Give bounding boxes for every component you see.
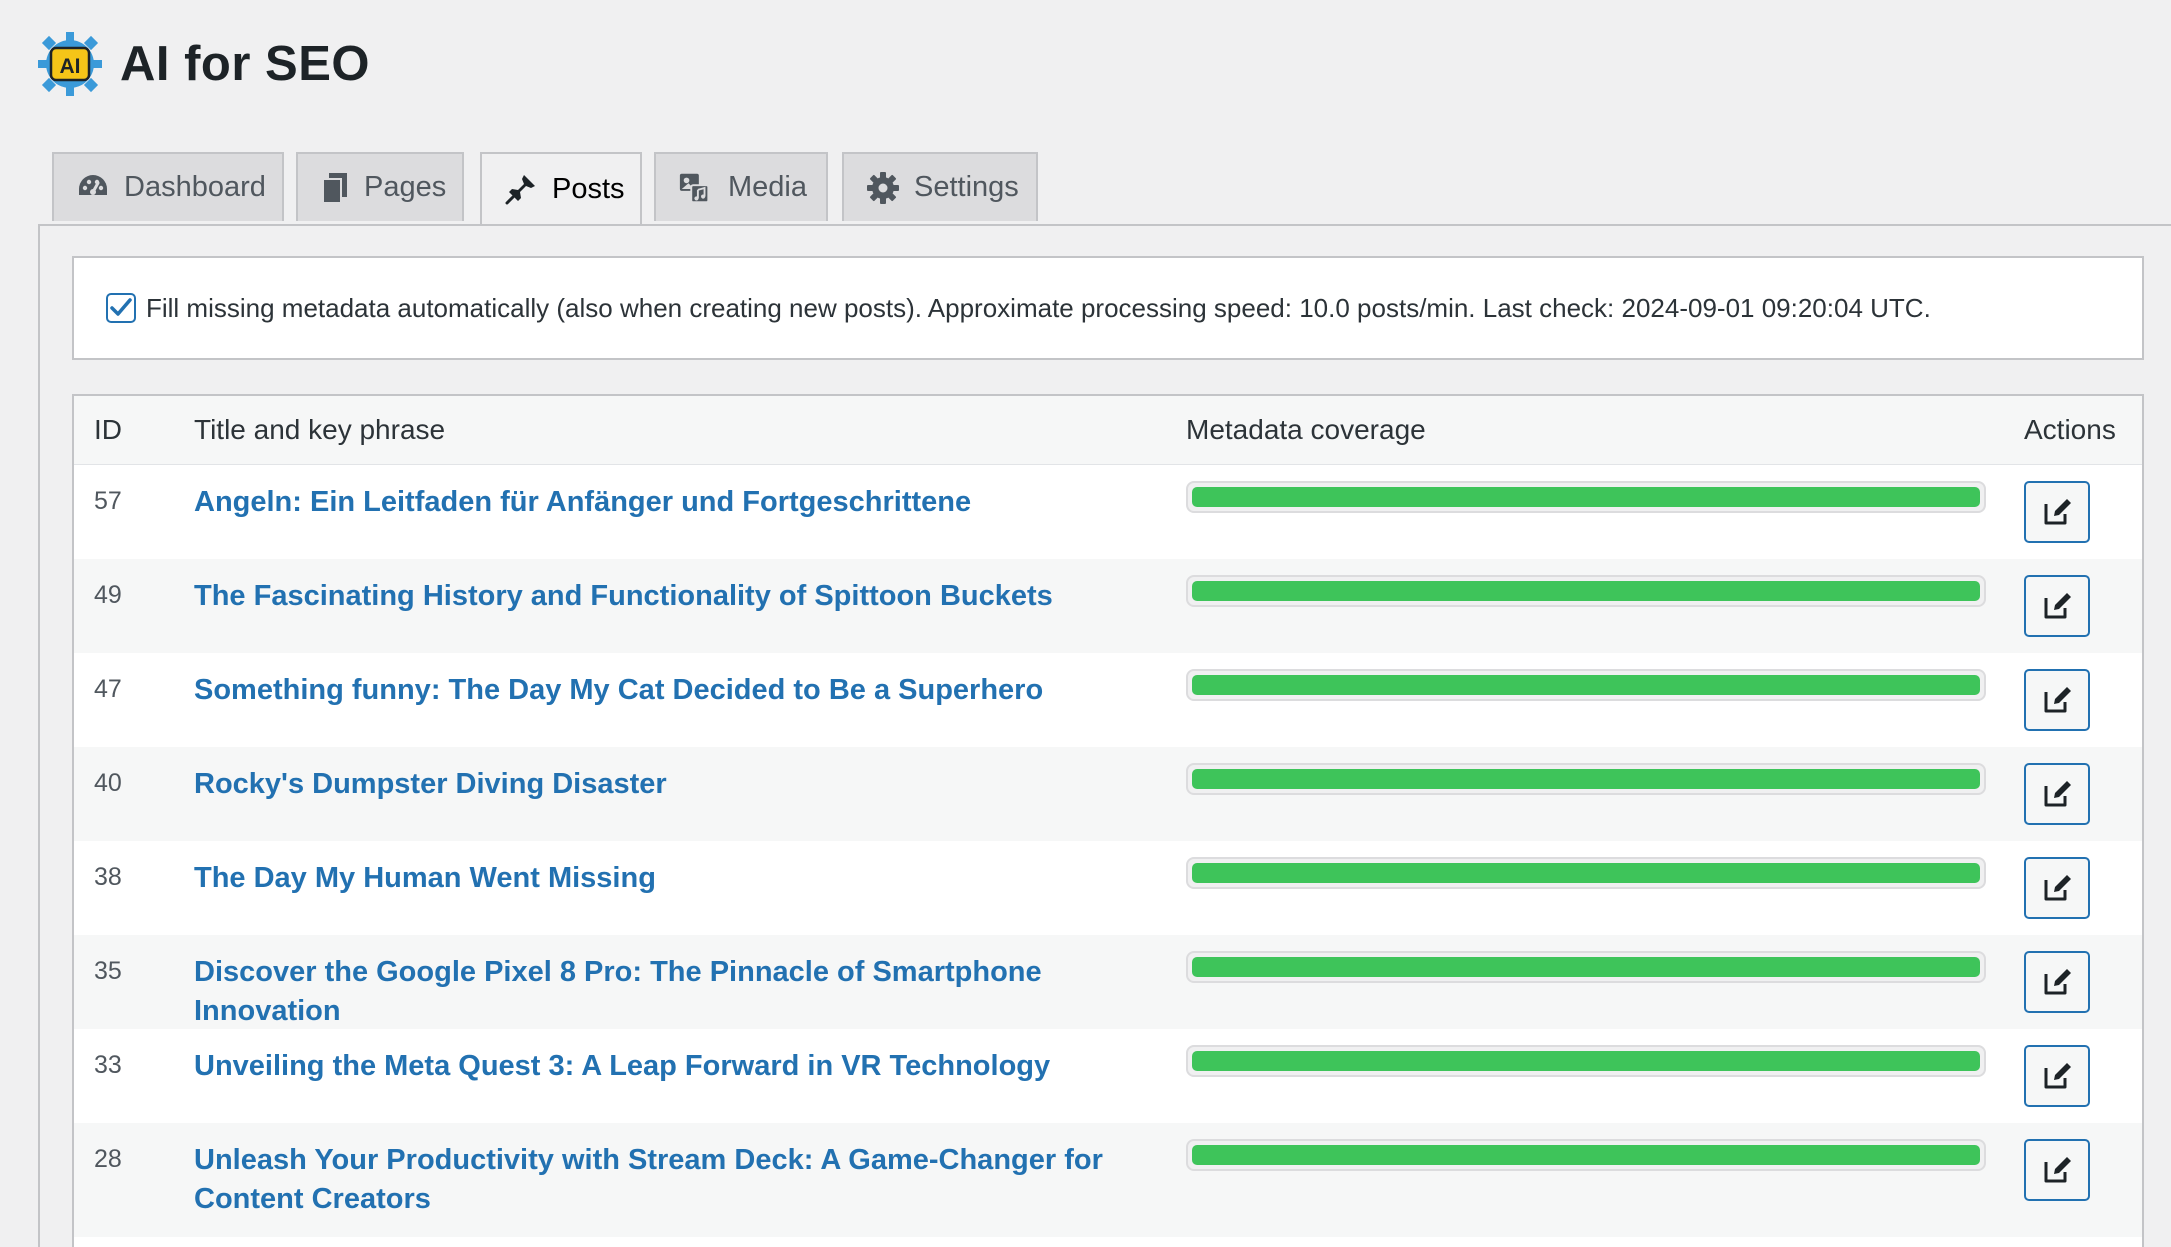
metadata-coverage-fill: [1192, 1051, 1980, 1071]
tab-label: Pages: [364, 171, 447, 203]
table-row: 47 Something funny: The Day My Cat Decide…: [74, 653, 2142, 747]
column-header-actions: Actions: [2024, 414, 2116, 445]
edit-icon: [2044, 499, 2071, 525]
metadata-coverage-bar: [1186, 857, 1986, 889]
pages-icon: [320, 170, 350, 206]
metadata-coverage-bar: [1186, 481, 1986, 513]
table-row: 40 Rocky's Dumpster Diving Disaster: [74, 747, 2142, 841]
post-id: 33: [94, 1051, 122, 1079]
metadata-coverage-fill: [1192, 675, 1980, 695]
edit-button[interactable]: [2024, 481, 2090, 543]
page-title: AI for SEO: [120, 37, 371, 91]
post-id: 47: [94, 675, 122, 703]
edit-button[interactable]: [2024, 575, 2090, 637]
tab-bar: Dashboard Pages Posts Media Settings: [38, 152, 2171, 226]
post-title-link[interactable]: Something funny: The Day My Cat Decided …: [194, 671, 1174, 710]
column-header-title: Title and key phrase: [194, 414, 446, 445]
post-id: 40: [94, 769, 122, 797]
edit-icon: [2044, 875, 2071, 901]
post-title-link[interactable]: Discover the Google Pixel 8 Pro: The Pin…: [194, 953, 1174, 1031]
metadata-coverage-bar: [1186, 575, 1986, 607]
edit-icon: [2044, 1157, 2071, 1183]
column-header-id: ID: [94, 414, 122, 445]
table-row: 57 Angeln: Ein Leitfaden für Anfänger und…: [74, 465, 2142, 559]
post-id: 28: [94, 1145, 122, 1173]
metadata-coverage-fill: [1192, 1145, 1980, 1165]
edit-icon: [2044, 781, 2071, 807]
post-id: 35: [94, 957, 122, 985]
edit-icon: [2044, 687, 2071, 713]
auto-fill-checkbox[interactable]: [106, 293, 136, 323]
posts-panel: Fill missing metadata automatically (als…: [38, 224, 2171, 1247]
pin-icon: [504, 171, 538, 207]
gear-icon: [866, 170, 900, 206]
metadata-coverage-bar: [1186, 763, 1986, 795]
metadata-coverage-bar: [1186, 669, 1986, 701]
metadata-coverage-fill: [1192, 769, 1980, 789]
column-header-coverage: Metadata coverage: [1186, 414, 1426, 445]
auto-fill-notice: Fill missing metadata automatically (als…: [72, 256, 2144, 360]
edit-icon: [2044, 969, 2071, 995]
metadata-coverage-bar: [1186, 1139, 1986, 1171]
table-row: 28 Unleash Your Productivity with Stream …: [74, 1123, 2142, 1237]
metadata-coverage-fill: [1192, 957, 1980, 977]
checkmark-icon: [110, 298, 132, 316]
post-title-link[interactable]: The Fascinating History and Functionalit…: [194, 577, 1174, 616]
metadata-coverage-fill: [1192, 581, 1980, 601]
app-header: AI AI for SEO: [38, 28, 370, 100]
metadata-coverage-fill: [1192, 863, 1980, 883]
media-icon: [678, 170, 714, 206]
tab-posts[interactable]: Posts: [480, 152, 642, 224]
post-id: 38: [94, 863, 122, 891]
table-row: 49 The Fascinating History and Functional…: [74, 559, 2142, 653]
table-row: 33 Unveiling the Meta Quest 3: A Leap For…: [74, 1029, 2142, 1123]
metadata-coverage-fill: [1192, 487, 1980, 507]
tab-label: Posts: [552, 172, 625, 205]
edit-button[interactable]: [2024, 951, 2090, 1013]
tab-label: Settings: [914, 171, 1019, 203]
tab-pages[interactable]: Pages: [296, 152, 464, 221]
post-title-link[interactable]: Rocky's Dumpster Diving Disaster: [194, 765, 1174, 804]
post-id: 57: [94, 487, 122, 515]
tab-dashboard[interactable]: Dashboard: [52, 152, 284, 221]
metadata-coverage-bar: [1186, 951, 1986, 983]
edit-button[interactable]: [2024, 857, 2090, 919]
edit-icon: [2044, 593, 2071, 619]
edit-button[interactable]: [2024, 669, 2090, 731]
post-id: 49: [94, 581, 122, 609]
edit-button[interactable]: [2024, 1045, 2090, 1107]
table-header: ID Title and key phrase Metadata coverag…: [74, 396, 2142, 465]
edit-button[interactable]: [2024, 1139, 2090, 1201]
post-title-link[interactable]: Unleash Your Productivity with Stream De…: [194, 1141, 1174, 1219]
ai-seo-logo-icon: AI: [38, 32, 102, 96]
metadata-coverage-bar: [1186, 1045, 1986, 1077]
post-title-link[interactable]: The Day My Human Went Missing: [194, 859, 1174, 898]
table-row: 38 The Day My Human Went Missing: [74, 841, 2142, 935]
posts-table: ID Title and key phrase Metadata coverag…: [72, 394, 2144, 1247]
table-body: 57 Angeln: Ein Leitfaden für Anfänger und…: [74, 465, 2142, 1237]
logo-text: AI: [60, 55, 81, 78]
table-row: 35 Discover the Google Pixel 8 Pro: The P…: [74, 935, 2142, 1029]
tab-media[interactable]: Media: [654, 152, 828, 221]
dashboard-icon: [76, 170, 110, 206]
tab-settings[interactable]: Settings: [842, 152, 1038, 221]
tab-label: Media: [728, 171, 807, 203]
tab-label: Dashboard: [124, 171, 266, 203]
post-title-link[interactable]: Angeln: Ein Leitfaden für Anfänger und F…: [194, 483, 1174, 522]
edit-button[interactable]: [2024, 763, 2090, 825]
edit-icon: [2044, 1063, 2071, 1089]
post-title-link[interactable]: Unveiling the Meta Quest 3: A Leap Forwa…: [194, 1047, 1174, 1086]
auto-fill-label: Fill missing metadata automatically (als…: [146, 292, 1931, 323]
